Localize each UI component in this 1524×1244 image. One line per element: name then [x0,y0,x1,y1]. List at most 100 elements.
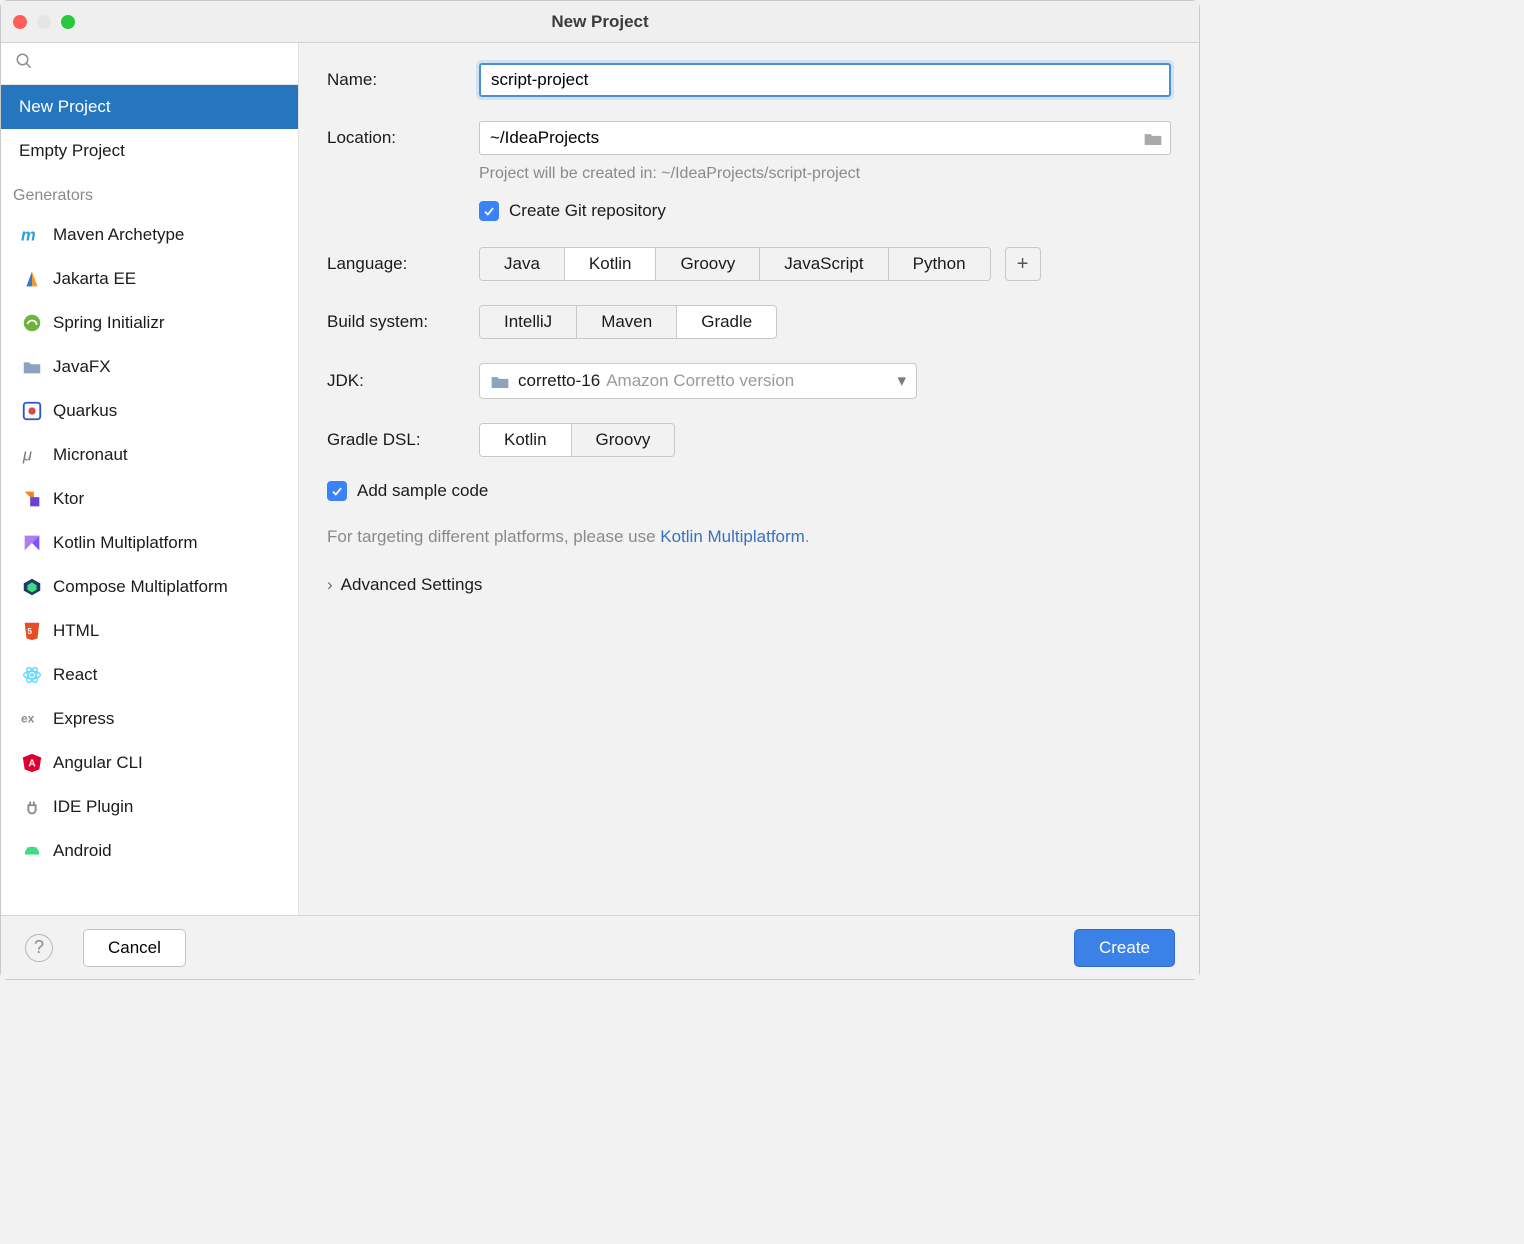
help-button[interactable]: ? [25,934,53,962]
sidebar-search[interactable] [1,43,298,85]
android-icon [19,840,45,862]
build-system-label: Build system: [327,312,479,332]
sidebar-item-compose-multiplatform[interactable]: Compose Multiplatform [1,565,298,609]
folder-icon [490,373,510,389]
svg-text:μ: μ [22,447,32,465]
name-input[interactable] [479,63,1171,97]
sidebar-item-javafx[interactable]: JavaFX [1,345,298,389]
sample-code-checkbox-label: Add sample code [357,481,488,501]
dsl-option-groovy[interactable]: Groovy [572,424,675,456]
gradle-dsl-label: Gradle DSL: [327,430,479,450]
sidebar-item-label: IDE Plugin [53,797,133,817]
sidebar-item-label: JavaFX [53,357,111,377]
create-button[interactable]: Create [1074,929,1175,967]
sidebar-item-empty-project[interactable]: Empty Project [1,129,298,173]
sidebar-item-label: HTML [53,621,99,641]
sidebar-item-label: New Project [19,97,111,117]
git-checkbox[interactable] [479,201,499,221]
jdk-select[interactable]: corretto-16 Amazon Corretto version ▾ [479,363,917,399]
location-label: Location: [327,128,479,148]
sidebar-item-jakarta-ee[interactable]: Jakarta EE [1,257,298,301]
git-checkbox-label: Create Git repository [509,201,666,221]
sidebar-item-quarkus[interactable]: Quarkus [1,389,298,433]
location-hint: Project will be created in: ~/IdeaProjec… [479,165,1171,183]
sidebar-item-angular-cli[interactable]: A Angular CLI [1,741,298,785]
name-label: Name: [327,70,479,90]
chevron-down-icon: ▾ [897,371,906,391]
sidebar-item-new-project[interactable]: New Project [1,85,298,129]
svg-text:5: 5 [27,627,32,636]
sample-code-checkbox[interactable] [327,481,347,501]
sidebar-item-spring-initializr[interactable]: Spring Initializr [1,301,298,345]
jakarta-icon [19,268,45,290]
sidebar-item-label: Kotlin Multiplatform [53,533,198,553]
sidebar-item-label: Spring Initializr [53,313,165,333]
sidebar-item-ide-plugin[interactable]: IDE Plugin [1,785,298,829]
sidebar-section-generators: Generators [1,173,298,213]
sidebar-item-label: Ktor [53,489,84,509]
jdk-desc: Amazon Corretto version [606,371,897,391]
language-label: Language: [327,254,479,274]
chevron-right-icon: › [327,575,333,595]
language-option-java[interactable]: Java [480,248,565,280]
sidebar-item-label: Jakarta EE [53,269,136,289]
jdk-value: corretto-16 [518,371,600,391]
sidebar-item-label: React [53,665,97,685]
build-option-maven[interactable]: Maven [577,306,677,338]
language-segmented: Java Kotlin Groovy JavaScript Python [479,247,991,281]
kotlin-multiplatform-link[interactable]: Kotlin Multiplatform [660,527,805,546]
sidebar-item-html[interactable]: 5 HTML [1,609,298,653]
svg-text:ex: ex [21,712,35,726]
sidebar-item-android[interactable]: Android [1,829,298,873]
folder-browse-icon[interactable] [1143,130,1163,146]
svg-text:A: A [28,759,36,770]
language-option-groovy[interactable]: Groovy [656,248,760,280]
sidebar-item-label: Express [53,709,114,729]
gradle-dsl-segmented: Kotlin Groovy [479,423,675,457]
language-option-javascript[interactable]: JavaScript [760,248,888,280]
language-option-kotlin[interactable]: Kotlin [565,248,657,280]
advanced-settings-toggle[interactable]: › Advanced Settings [327,575,1171,595]
spring-icon [19,312,45,334]
titlebar: New Project [1,1,1199,43]
kotlin-icon [19,532,45,554]
jdk-label: JDK: [327,371,479,391]
sidebar-item-ktor[interactable]: Ktor [1,477,298,521]
compose-icon [19,576,45,598]
maven-icon: m [19,224,45,246]
location-input[interactable] [479,121,1171,155]
multiplatform-info: For targeting different platforms, pleas… [327,527,1171,547]
plug-icon [19,796,45,818]
build-option-gradle[interactable]: Gradle [677,306,776,338]
search-icon [15,52,33,75]
sidebar-item-express[interactable]: ex Express [1,697,298,741]
sidebar-item-label: Empty Project [19,141,125,161]
build-system-segmented: IntelliJ Maven Gradle [479,305,777,339]
sidebar-item-label: Compose Multiplatform [53,577,228,597]
cancel-button[interactable]: Cancel [83,929,186,967]
sidebar-item-label: Angular CLI [53,753,143,773]
folder-icon [19,356,45,378]
sidebar-item-kotlin-multiplatform[interactable]: Kotlin Multiplatform [1,521,298,565]
svg-text:m: m [21,227,36,245]
footer: ? Cancel Create [1,915,1199,979]
sidebar-item-label: Quarkus [53,401,117,421]
dsl-option-kotlin[interactable]: Kotlin [480,424,572,456]
react-icon [19,664,45,686]
form-pane: Name: Location: Project will be created … [299,43,1199,915]
build-option-intellij[interactable]: IntelliJ [480,306,577,338]
advanced-settings-label: Advanced Settings [341,575,483,595]
window-title: New Project [1,12,1199,32]
add-language-button[interactable]: + [1005,247,1041,281]
sidebar-item-react[interactable]: React [1,653,298,697]
ktor-icon [19,488,45,510]
sidebar-item-label: Micronaut [53,445,128,465]
sidebar-item-micronaut[interactable]: μ Micronaut [1,433,298,477]
micronaut-icon: μ [19,444,45,466]
language-option-python[interactable]: Python [889,248,990,280]
sidebar-item-maven-archetype[interactable]: m Maven Archetype [1,213,298,257]
sidebar-item-label: Android [53,841,112,861]
sidebar-item-label: Maven Archetype [53,225,184,245]
sidebar: New Project Empty Project Generators m M… [1,43,299,915]
html-icon: 5 [19,620,45,642]
